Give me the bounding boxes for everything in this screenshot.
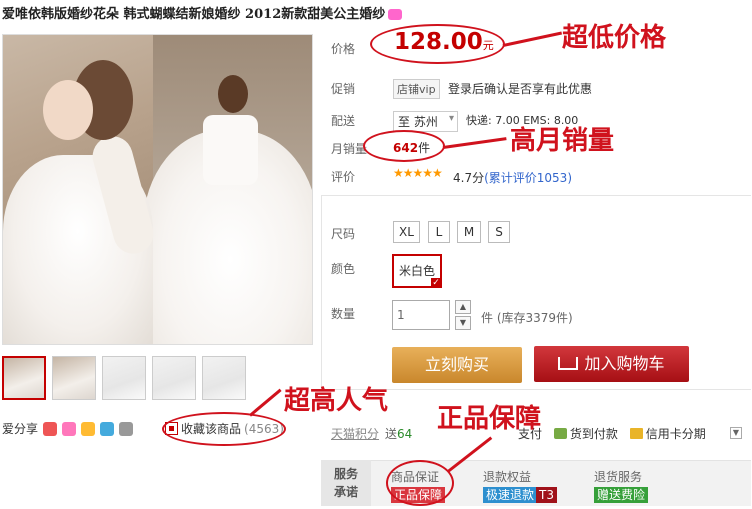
shipping-destination-select[interactable]: 至 苏州	[393, 111, 458, 132]
annotation-low-price: 超低价格	[562, 23, 667, 53]
payment-methods: 支付 货到付款 信用卡分期	[518, 425, 706, 442]
product-title: 爱唯依韩版婚纱花朵 韩式蝴蝶结新娘婚纱 2012新款甜美公主婚纱	[2, 3, 403, 22]
thumbnail-5[interactable]	[202, 356, 246, 400]
annotation-arrow-favorite	[249, 388, 282, 417]
shipping-label: 配送	[331, 114, 356, 128]
points-label[interactable]: 天猫积分	[331, 427, 379, 441]
cod-icon	[553, 428, 567, 439]
price-label: 价格	[331, 42, 356, 56]
weibo-icon[interactable]	[62, 421, 77, 436]
size-option-l[interactable]: L	[428, 221, 450, 243]
thumbnail-4[interactable]	[152, 356, 196, 400]
annotation-oval-favorite	[162, 412, 286, 446]
thumbnail-1[interactable]	[2, 356, 46, 400]
main-product-image[interactable]	[2, 34, 313, 345]
qzone-icon[interactable]	[81, 421, 96, 436]
share-icon-1[interactable]	[43, 421, 58, 436]
thumbnail-strip	[2, 356, 246, 400]
quantity-label: 数量	[331, 307, 356, 321]
rating-summary: 4.7分(累计评价1053)	[453, 171, 572, 185]
payment-cod: 货到付款	[569, 427, 618, 441]
tmall-points: 天猫积分 送64	[331, 427, 413, 441]
annotation-genuine: 正品保障	[437, 404, 542, 434]
quantity-input[interactable]: 1	[392, 300, 450, 330]
payment-installment: 信用卡分期	[645, 427, 706, 441]
tmall-badge-icon	[388, 9, 403, 20]
thumbnail-3[interactable]	[102, 356, 146, 400]
size-option-s[interactable]: S	[488, 221, 510, 243]
service-tag-t3: T3	[536, 487, 557, 503]
share-icon-4[interactable]	[100, 421, 115, 436]
share-row: 爱分享	[2, 420, 134, 437]
color-label: 颜色	[331, 262, 356, 276]
vip-badge: 店铺vip	[393, 79, 440, 99]
buy-now-button[interactable]: 立刻购买	[392, 347, 522, 383]
cart-icon	[558, 357, 579, 370]
rating-link[interactable]: (累计评价1053)	[484, 171, 572, 185]
size-label: 尺码	[331, 227, 356, 241]
more-share-icon[interactable]	[119, 421, 134, 436]
promo-text: 登录后确认是否享有此优惠	[448, 82, 593, 96]
annotation-oval-sales	[363, 130, 445, 162]
annotation-oval-price	[370, 24, 505, 64]
annotation-arrow-sales	[442, 137, 507, 149]
service-title-return: 退货服务	[594, 470, 643, 484]
service-title-refund: 退款权益	[483, 470, 532, 484]
annotation-high-sales: 高月销量	[510, 126, 615, 156]
add-to-cart-button[interactable]: 加入购物车	[534, 346, 689, 382]
rating-label: 评价	[331, 170, 356, 184]
stock-text: 件 (库存3379件)	[481, 311, 573, 325]
annotation-arrow-price	[502, 31, 563, 47]
size-option-m[interactable]: M	[457, 221, 481, 243]
service-heading: 服务 承诺	[321, 460, 371, 506]
quantity-decrease-button[interactable]: ▼	[455, 316, 471, 330]
payment-dropdown-icon[interactable]: ▼	[730, 427, 742, 439]
rating-stars: ★★★★★	[393, 166, 443, 180]
quantity-increase-button[interactable]: ▲	[455, 300, 471, 314]
credit-card-icon	[629, 428, 643, 439]
thumbnail-2[interactable]	[52, 356, 96, 400]
share-label: 爱分享	[2, 422, 39, 436]
service-tag-insurance[interactable]: 赠送费险	[594, 487, 649, 503]
promo-label: 促销	[331, 82, 356, 96]
annotation-oval-genuine	[386, 460, 454, 506]
service-tag-fast-refund[interactable]: 极速退款	[483, 487, 538, 503]
sales-label: 月销量	[331, 142, 368, 156]
annotation-popular: 超高人气	[284, 386, 389, 416]
color-option-selected[interactable]: 米白色	[392, 254, 442, 288]
size-option-xl[interactable]: XL	[393, 221, 420, 243]
